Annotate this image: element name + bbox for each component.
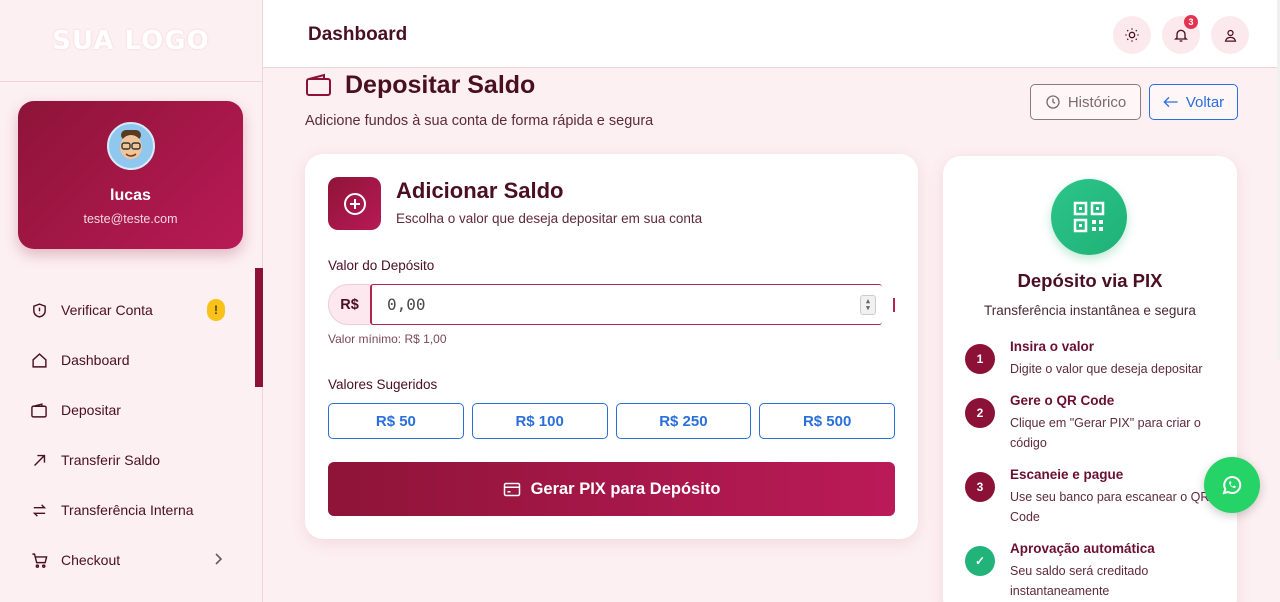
- sidebar: SUA LOGO lucas teste@teste.com Verificar…: [0, 0, 263, 602]
- step-number: 2: [965, 398, 995, 428]
- step-number: 3: [965, 472, 995, 502]
- logo[interactable]: SUA LOGO: [0, 0, 262, 82]
- chevron-right-icon: [213, 552, 223, 571]
- step-check-icon: ✓: [965, 546, 995, 576]
- top-header: Dashboard 3: [263, 0, 1280, 68]
- whatsapp-icon: [1222, 476, 1242, 495]
- sidebar-item-label: Dashboard: [61, 352, 130, 368]
- user-icon: [1224, 29, 1236, 42]
- step-title: Gere o QR Code: [1010, 393, 1115, 408]
- step-title: Escaneie e pague: [1010, 467, 1124, 482]
- bell-icon: [1174, 29, 1188, 42]
- sidebar-item-label: Depositar: [61, 402, 121, 418]
- logo-text: SUA LOGO: [52, 25, 210, 56]
- amount-input[interactable]: 0,00 ▲ ▼: [370, 284, 882, 325]
- profile-button[interactable]: [1211, 16, 1249, 54]
- sidebar-item-label: Checkout: [61, 552, 121, 568]
- notifications-button[interactable]: 3: [1162, 15, 1200, 54]
- sidebar-scroll-indicator[interactable]: [255, 268, 263, 387]
- step-description: Use seu banco para escanear o QR Code: [1010, 490, 1210, 524]
- generate-pix-button[interactable]: Gerar PIX para Depósito: [328, 462, 895, 516]
- avatar[interactable]: [106, 122, 155, 170]
- sidebar-item-verificar-conta[interactable]: Verificar Conta !: [0, 285, 263, 335]
- sidebar-nav: Verificar Conta ! Dashboard Depositar Tr…: [0, 285, 263, 585]
- suggested-values: R$ 50 R$ 100 R$ 250 R$ 500: [328, 403, 895, 439]
- credit-card-icon: [503, 482, 520, 496]
- sidebar-item-transferencia-interna[interactable]: Transferência Interna: [0, 485, 263, 535]
- user-card: lucas teste@teste.com: [18, 101, 243, 249]
- arrow-up-right-icon: [30, 451, 48, 469]
- suggested-amount-button[interactable]: R$ 250: [615, 403, 752, 439]
- back-label: Voltar: [1185, 93, 1225, 111]
- plus-circle-icon: [328, 177, 381, 230]
- sidebar-item-dashboard[interactable]: Dashboard: [0, 335, 263, 385]
- notification-count-badge: 3: [1184, 15, 1198, 29]
- sun-icon: [1125, 28, 1139, 42]
- pix-card-subtitle: Transferência instantânea e segura: [984, 303, 1196, 318]
- sidebar-item-checkout[interactable]: Checkout: [0, 535, 263, 585]
- suggested-amount-button[interactable]: R$ 500: [759, 403, 895, 439]
- suggested-amount-button[interactable]: R$ 50: [328, 403, 464, 439]
- wallet-icon: [30, 401, 48, 419]
- clock-icon: [1046, 95, 1060, 109]
- user-email: teste@teste.com: [83, 212, 178, 226]
- sidebar-item-label: Transferir Saldo: [61, 452, 161, 468]
- generate-pix-label: Gerar PIX para Depósito: [530, 479, 721, 498]
- avatar-face-icon: [119, 130, 142, 159]
- pix-card-title: Depósito via PIX: [1017, 270, 1163, 291]
- amount-input-value: 0,00: [387, 295, 426, 314]
- whatsapp-button[interactable]: [1204, 457, 1260, 513]
- step-description: Digite o valor que deseja depositar: [1010, 362, 1203, 376]
- history-button[interactable]: Histórico: [1030, 84, 1141, 120]
- step-description: Seu saldo será creditado instantaneament…: [1010, 564, 1149, 598]
- input-edge: [893, 297, 895, 312]
- step-title: Aprovação automática: [1010, 541, 1155, 556]
- sidebar-item-transferir-saldo[interactable]: Transferir Saldo: [0, 435, 263, 485]
- amount-field-label: Valor do Depósito: [328, 258, 435, 273]
- step-number: 1: [965, 344, 995, 374]
- currency-prefix: R$: [328, 284, 370, 325]
- deposit-card-subtitle: Escolha o valor que deseja depositar em …: [396, 211, 703, 226]
- warning-badge: !: [207, 299, 225, 321]
- step-description: Clique em "Gerar PIX" para criar o códig…: [1010, 416, 1201, 450]
- arrow-left-icon: [1163, 96, 1178, 108]
- sidebar-item-depositar[interactable]: Depositar: [0, 385, 263, 435]
- swap-arrows-icon: [30, 501, 48, 519]
- number-stepper-icon[interactable]: ▲ ▼: [860, 295, 876, 315]
- home-icon: [30, 351, 48, 369]
- deposit-card-title: Adicionar Saldo: [396, 178, 564, 203]
- step-title: Insira o valor: [1010, 339, 1095, 354]
- shield-icon: [30, 301, 48, 319]
- amount-field: R$ 0,00 ▲ ▼: [328, 284, 895, 325]
- history-label: Histórico: [1067, 93, 1127, 111]
- user-name: lucas: [110, 187, 151, 204]
- header-title: Dashboard: [308, 24, 408, 45]
- suggested-amount-button[interactable]: R$ 100: [471, 403, 608, 439]
- sidebar-item-label: Verificar Conta: [61, 302, 153, 318]
- page-title: Depositar Saldo: [345, 71, 536, 99]
- deposit-card: Adicionar Saldo Escolha o valor que dese…: [305, 154, 918, 539]
- pix-info-card: Depósito via PIX Transferência instantân…: [943, 156, 1237, 602]
- min-amount-hint: Valor mínimo: R$ 1,00: [328, 332, 447, 346]
- page-subtitle: Adicione fundos à sua conta de forma ráp…: [305, 113, 654, 129]
- suggested-values-label: Valores Sugeridos: [328, 377, 438, 392]
- sidebar-item-label: Transferência Interna: [61, 502, 194, 518]
- cart-icon: [30, 551, 48, 569]
- wallet-icon: [305, 73, 332, 102]
- back-button[interactable]: Voltar: [1149, 84, 1238, 120]
- qr-code-icon: [1051, 179, 1127, 255]
- theme-toggle-button[interactable]: [1113, 16, 1151, 54]
